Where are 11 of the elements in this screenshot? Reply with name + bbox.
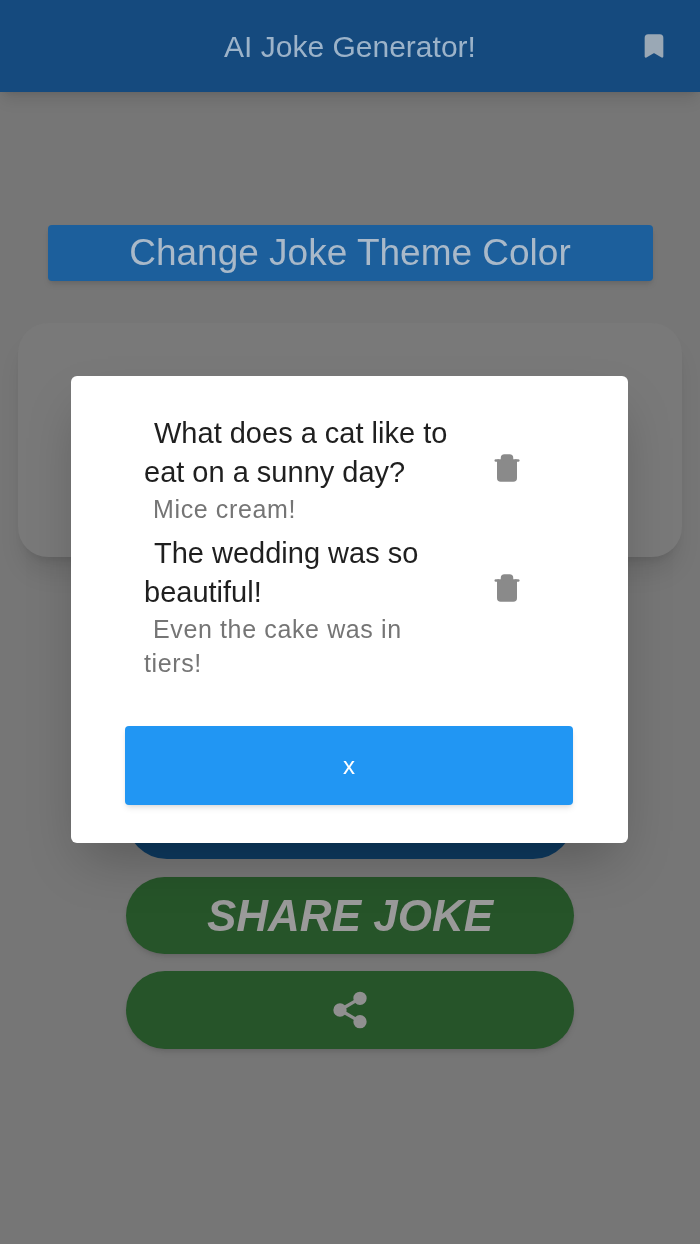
joke-answer: Mice cream! xyxy=(152,494,297,525)
share-icon xyxy=(330,990,370,1030)
joke-answer: Even the cake was in tiers! xyxy=(144,614,403,679)
app-title: AI Joke Generator! xyxy=(224,28,476,65)
trash-icon xyxy=(492,451,522,485)
share-joke-button[interactable]: SHARE JOKE xyxy=(126,877,574,954)
close-button[interactable]: x xyxy=(125,726,573,805)
joke-question: The wedding was so beautiful! xyxy=(144,536,420,610)
joke-question: What does a cat like to eat on a sunny day? xyxy=(144,416,449,490)
theme-color-button[interactable]: Change Joke Theme Color xyxy=(47,225,653,281)
trash-icon xyxy=(492,571,522,605)
